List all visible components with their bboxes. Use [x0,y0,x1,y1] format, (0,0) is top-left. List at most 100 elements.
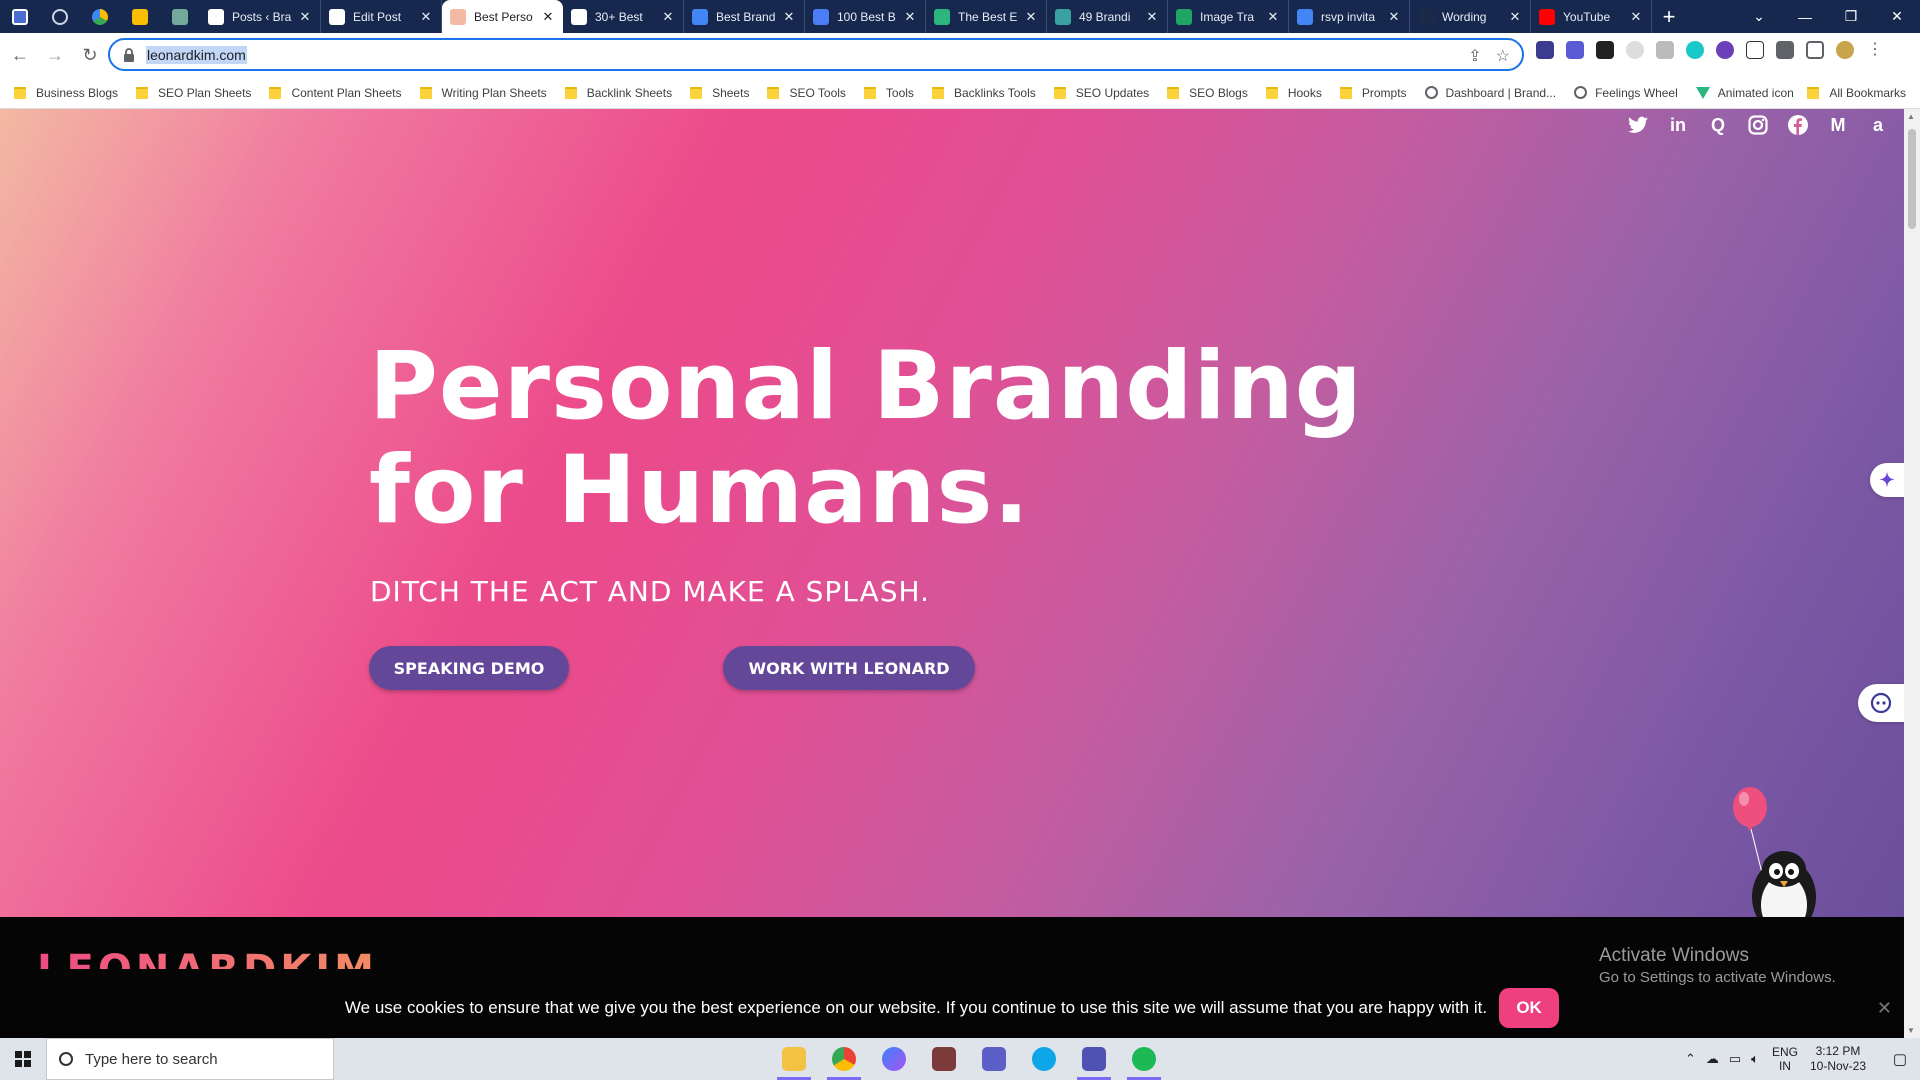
bookmark-item[interactable]: Backlink Sheets [564,86,672,100]
browser-tab[interactable]: Best Brand ✕ [684,0,805,33]
close-tab-icon[interactable]: ✕ [1508,9,1522,25]
taskbar-search[interactable]: Type here to search [46,1038,334,1080]
amazon-icon[interactable]: a [1866,113,1890,137]
new-tab-button[interactable]: + [1652,0,1686,33]
puzzle-icon[interactable] [1776,41,1794,59]
browser-tab[interactable]: Posts ‹ Bra ✕ [200,0,321,33]
avatar[interactable] [1836,41,1854,59]
clock[interactable]: 3:12 PM 10-Nov-23 [1810,1044,1866,1074]
chevron-up-icon[interactable]: ⌃ [1685,1051,1696,1067]
close-tab-icon[interactable]: ✕ [782,9,796,25]
forward-button[interactable]: → [40,40,70,70]
bookmark-item[interactable]: Tools [863,86,914,100]
scroll-thumb[interactable] [1908,129,1916,229]
ai-sparkle-icon[interactable]: ✦ [1870,463,1904,497]
all-bookmarks[interactable]: All Bookmarks [1807,86,1906,100]
close-tab-icon[interactable]: ✕ [419,9,433,25]
instagram-icon[interactable] [1746,113,1770,137]
quora-icon[interactable]: Q [1706,113,1730,137]
teams-work-icon[interactable] [1069,1038,1119,1080]
close-tab-icon[interactable]: ✕ [541,9,555,25]
bookmark-item[interactable]: Backlinks Tools [931,86,1036,100]
browser-tab[interactable]: Best Perso ✕ [442,0,563,33]
close-tab-icon[interactable]: ✕ [1024,9,1038,25]
extension-icon[interactable] [1656,41,1674,59]
close-tab-icon[interactable]: ✕ [1387,9,1401,25]
browser-tab[interactable]: 100 Best B ✕ [805,0,926,33]
chatgpt-icon[interactable] [160,0,200,33]
scroll-down-icon[interactable]: ▼ [1907,1026,1915,1035]
extension-icon[interactable] [1686,41,1704,59]
teams-icon[interactable] [969,1038,1019,1080]
extension-icon[interactable] [1596,41,1614,59]
file-explorer-icon[interactable] [769,1038,819,1080]
close-tab-icon[interactable]: ✕ [1629,9,1643,25]
facebook-icon[interactable] [1786,113,1810,137]
bookmark-item[interactable]: Dashboard | Brand... [1424,86,1556,100]
browser-tab[interactable]: Image Tra ✕ [1168,0,1289,33]
extension-icon[interactable] [1746,41,1764,59]
browser-tab[interactable]: 49 Brandi ✕ [1047,0,1168,33]
close-tab-icon[interactable]: ✕ [1266,9,1280,25]
bookmark-item[interactable]: Business Blogs [14,86,118,100]
drive-icon[interactable] [80,0,120,33]
spotify-icon[interactable] [1119,1038,1169,1080]
extension-icon[interactable] [1626,41,1644,59]
browser-tab[interactable]: Edit Post ✕ [321,0,442,33]
settings-icon[interactable] [40,0,80,33]
browser-tab[interactable]: rsvp invita ✕ [1289,0,1410,33]
address-bar[interactable]: leonardkim.com ⇪ ☆ [108,38,1524,71]
browser-tab[interactable]: Wording ✕ [1410,0,1531,33]
calendar-icon[interactable] [0,0,40,33]
menu-icon[interactable]: ⋮ [1866,41,1884,59]
bookmark-item[interactable]: Hooks [1265,86,1322,100]
bookmark-item[interactable]: SEO Plan Sheets [136,86,251,100]
copilot-icon[interactable] [869,1038,919,1080]
bookmark-item[interactable]: Content Plan Sheets [269,86,402,100]
share-icon[interactable]: ⇪ [1468,46,1481,66]
side-panel-icon[interactable] [1806,41,1824,59]
bookmark-item[interactable]: Feelings Wheel [1574,86,1678,100]
reload-button[interactable]: ↻ [75,40,105,70]
cookie-ok-button[interactable]: OK [1499,988,1560,1028]
page-scrollbar[interactable]: ▲ ▼ [1904,109,1920,1038]
network-icon[interactable]: ▭ [1729,1051,1741,1067]
twitter-icon[interactable] [1626,113,1650,137]
minimize-button[interactable]: — [1782,9,1828,25]
cookie-close-icon[interactable]: ✕ [1877,998,1892,1019]
volume-icon[interactable]: 🔈︎ [1751,1051,1759,1067]
extension-icon[interactable] [1536,41,1554,59]
back-button[interactable]: ← [5,40,35,70]
bookmark-item[interactable]: SEO Blogs [1167,86,1248,100]
linkedin-icon[interactable]: in [1666,113,1690,137]
medium-icon[interactable]: M [1826,113,1850,137]
language-indicator[interactable]: ENG IN [1772,1045,1798,1073]
start-button[interactable] [0,1038,46,1080]
chatbot-icon[interactable] [1858,684,1904,722]
site-logo[interactable]: LEONARDKIM [37,947,378,969]
extension-icon[interactable] [1566,41,1584,59]
keep-icon[interactable] [120,0,160,33]
extension-icon[interactable] [1716,41,1734,59]
close-tab-icon[interactable]: ✕ [1145,9,1159,25]
chrome-icon[interactable] [819,1038,869,1080]
bookmark-item[interactable]: Sheets [690,86,749,100]
notification-icon[interactable]: ▢ [1880,1050,1920,1068]
url-text[interactable]: leonardkim.com [146,45,247,64]
speaking-demo-button[interactable]: SPEAKING DEMO [369,646,569,690]
close-tab-icon[interactable]: ✕ [298,9,312,25]
bookmark-item[interactable]: Prompts [1339,86,1407,100]
bookmark-star-icon[interactable]: ☆ [1496,46,1510,66]
onedrive-icon[interactable]: ☁ [1706,1051,1719,1067]
close-tab-icon[interactable]: ✕ [903,9,917,25]
close-window-button[interactable]: ✕ [1874,8,1920,25]
tab-search-icon[interactable]: ⌄ [1736,8,1782,25]
penguin-balloon-mascot[interactable] [1730,785,1840,935]
browser-tab[interactable]: YouTube ✕ [1531,0,1652,33]
skype-icon[interactable] [1019,1038,1069,1080]
browser-tab[interactable]: The Best E ✕ [926,0,1047,33]
close-tab-icon[interactable]: ✕ [661,9,675,25]
restore-button[interactable]: ❐ [1828,8,1874,25]
bookmark-item[interactable]: Writing Plan Sheets [419,86,547,100]
app-icon[interactable] [919,1038,969,1080]
